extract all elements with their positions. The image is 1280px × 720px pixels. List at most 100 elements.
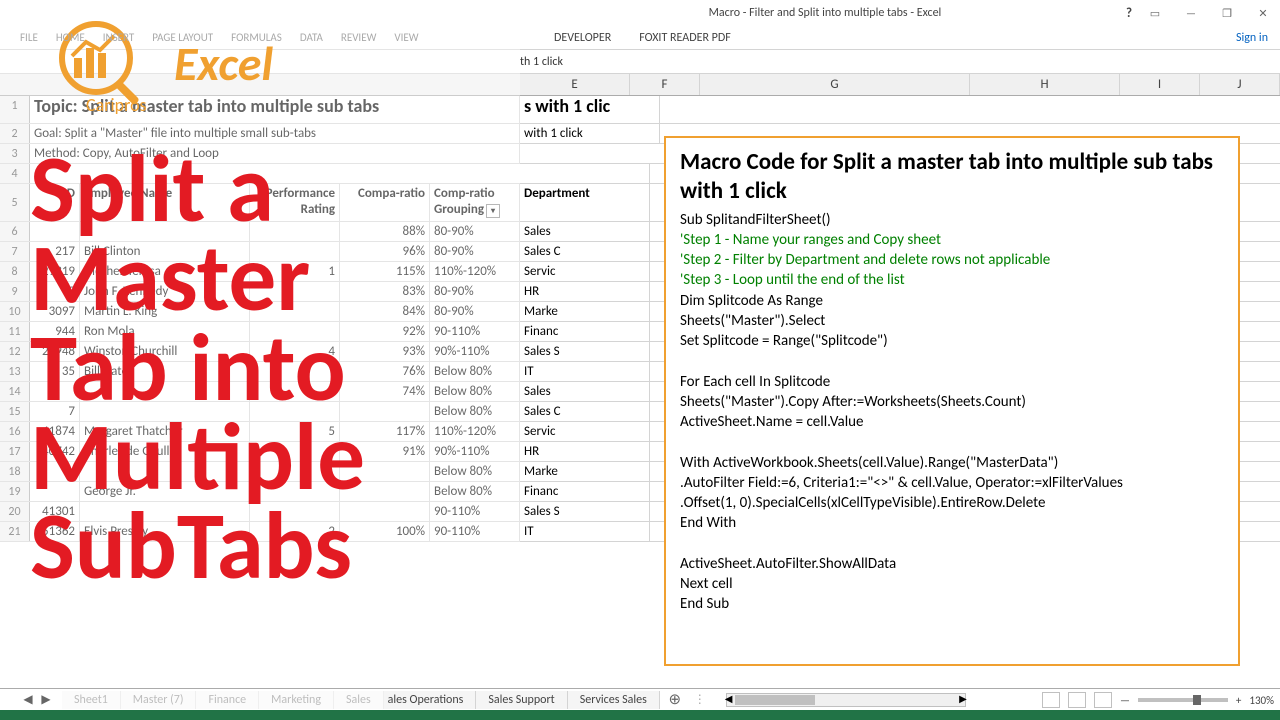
row-header[interactable]: 14 [0, 382, 30, 401]
row-header[interactable]: 19 [0, 482, 30, 501]
sheet-tab[interactable]: Finance [196, 691, 259, 709]
new-sheet-icon[interactable]: ⊕ [664, 690, 686, 709]
row-header[interactable]: 6 [0, 222, 30, 241]
view-layout-icon[interactable] [1068, 692, 1086, 708]
row-header[interactable]: 11 [0, 322, 30, 341]
row-header[interactable]: 5 [0, 184, 30, 221]
row-header[interactable]: 16 [0, 422, 30, 441]
cell-dept[interactable]: Sales C [520, 242, 650, 261]
cell-dept[interactable]: Marke [520, 462, 650, 481]
row-header[interactable]: 13 [0, 362, 30, 381]
sheet-tab[interactable]: Sales [334, 691, 384, 709]
cell-grouping[interactable]: 90%-110% [430, 442, 520, 461]
view-normal-icon[interactable] [1042, 692, 1060, 708]
cell-grouping[interactable]: 110%-120% [430, 422, 520, 441]
col-header-F[interactable]: F [630, 74, 700, 95]
code-line: Sub SplitandFilterSheet() [680, 210, 1224, 230]
header-grouping[interactable]: Comp-ratio Grouping▾ [430, 184, 520, 221]
sign-in-link[interactable]: Sign in [1236, 31, 1268, 45]
cell-grouping[interactable]: 80-90% [430, 222, 520, 241]
filter-dropdown-icon[interactable]: ▾ [486, 204, 500, 218]
cell[interactable]: with 1 click [520, 124, 660, 143]
cell-dept[interactable]: Sales [520, 222, 650, 241]
sheet-tab[interactable]: Master (7) [121, 691, 197, 709]
cell-dept[interactable]: Servic [520, 262, 650, 281]
col-header-G[interactable]: G [700, 74, 970, 95]
code-line: 'Step 3 - Loop until the end of the list [680, 270, 1224, 290]
cell-grouping[interactable]: Below 80% [430, 482, 520, 501]
view-break-icon[interactable] [1094, 692, 1112, 708]
cell-grouping[interactable]: 80-90% [430, 242, 520, 261]
horizontal-scrollbar[interactable]: ◀ ▶ [726, 693, 966, 707]
row-header[interactable]: 15 [0, 402, 30, 421]
cell-grouping[interactable]: 80-90% [430, 302, 520, 321]
close-icon[interactable]: ✕ [1250, 3, 1276, 23]
cell-dept[interactable]: Financ [520, 322, 650, 341]
row-header[interactable]: 8 [0, 262, 30, 281]
code-line: Dim Splitcode As Range [680, 291, 1224, 311]
row-header[interactable]: 21 [0, 522, 30, 541]
code-line [680, 534, 1224, 554]
cell-grouping[interactable]: 90-110% [430, 502, 520, 521]
window-title: Macro - Filter and Split into multiple t… [524, 6, 1126, 20]
cell[interactable]: s with 1 clic [520, 96, 660, 123]
col-header-E[interactable]: E [520, 74, 630, 95]
col-header-J[interactable]: J [1200, 74, 1280, 95]
cell-dept[interactable]: Servic [520, 422, 650, 441]
cell-grouping[interactable]: 90-110% [430, 322, 520, 341]
cell-dept[interactable]: Sales S [520, 502, 650, 521]
row-header[interactable]: 3 [0, 144, 30, 163]
sheet-tab[interactable]: Services Sales [568, 691, 660, 709]
sheet-tab[interactable]: ales Operations [384, 691, 477, 709]
tab-nav-prev-icon[interactable]: ◀ [20, 692, 36, 707]
cell-grouping[interactable]: 90%-110% [430, 342, 520, 361]
cell-dept[interactable]: Marke [520, 302, 650, 321]
row-header[interactable]: 7 [0, 242, 30, 261]
tab-developer[interactable]: DEVELOPER [540, 26, 625, 49]
ribbon-options-icon[interactable]: ▭ [1142, 3, 1168, 23]
cell-grouping[interactable]: Below 80% [430, 362, 520, 381]
cell-dept[interactable]: Sales C [520, 402, 650, 421]
row-header[interactable]: 10 [0, 302, 30, 321]
row-header[interactable]: 12 [0, 342, 30, 361]
zoom-out-icon[interactable]: — [1120, 694, 1130, 707]
zoom-slider[interactable] [1138, 698, 1228, 702]
zoom-level[interactable]: 130% [1249, 694, 1274, 707]
tab-foxit[interactable]: FOXIT READER PDF [625, 26, 745, 49]
cell-dept[interactable]: IT [520, 522, 650, 541]
row-header[interactable]: 4 [0, 164, 30, 183]
brand-sub: Caripros [86, 94, 147, 116]
faded-tab: PAGE LAYOUT [152, 31, 213, 44]
cell-grouping[interactable]: Below 80% [430, 402, 520, 421]
sheet-tab[interactable]: Sales Support [476, 691, 567, 709]
sheet-tab[interactable]: Sheet1 [62, 691, 121, 709]
row-header[interactable]: 1 [0, 96, 30, 123]
cell-dept[interactable]: HR [520, 442, 650, 461]
tab-nav-next-icon[interactable]: ▶ [38, 692, 54, 707]
cell-grouping[interactable]: Below 80% [430, 462, 520, 481]
cell-dept[interactable]: Sales [520, 382, 650, 401]
cell-grouping[interactable]: Below 80% [430, 382, 520, 401]
row-header[interactable]: 18 [0, 462, 30, 481]
cell-dept[interactable]: Financ [520, 482, 650, 501]
row-header[interactable]: 9 [0, 282, 30, 301]
minimize-icon[interactable]: — [1178, 3, 1204, 23]
header-dept[interactable]: Department [520, 184, 650, 221]
sheet-tab[interactable]: Marketing [259, 691, 334, 709]
row-header[interactable]: 20 [0, 502, 30, 521]
row-header[interactable]: 17 [0, 442, 30, 461]
row-header[interactable]: 2 [0, 124, 30, 143]
cell-dept[interactable]: HR [520, 282, 650, 301]
cell-grouping[interactable]: 90-110% [430, 522, 520, 541]
macro-code-textbox[interactable]: Macro Code for Split a master tab into m… [664, 136, 1240, 666]
zoom-in-icon[interactable]: + [1236, 694, 1241, 707]
cell-dept[interactable]: IT [520, 362, 650, 381]
col-header-I[interactable]: I [1120, 74, 1200, 95]
restore-icon[interactable]: ❐ [1214, 3, 1240, 23]
col-header-H[interactable]: H [970, 74, 1120, 95]
cell-grouping[interactable]: 80-90% [430, 282, 520, 301]
cell-dept[interactable]: Sales S [520, 342, 650, 361]
cell-grouping[interactable]: 110%-120% [430, 262, 520, 281]
help-icon[interactable]: ? [1126, 6, 1132, 21]
scrollbar-thumb[interactable] [735, 695, 815, 705]
